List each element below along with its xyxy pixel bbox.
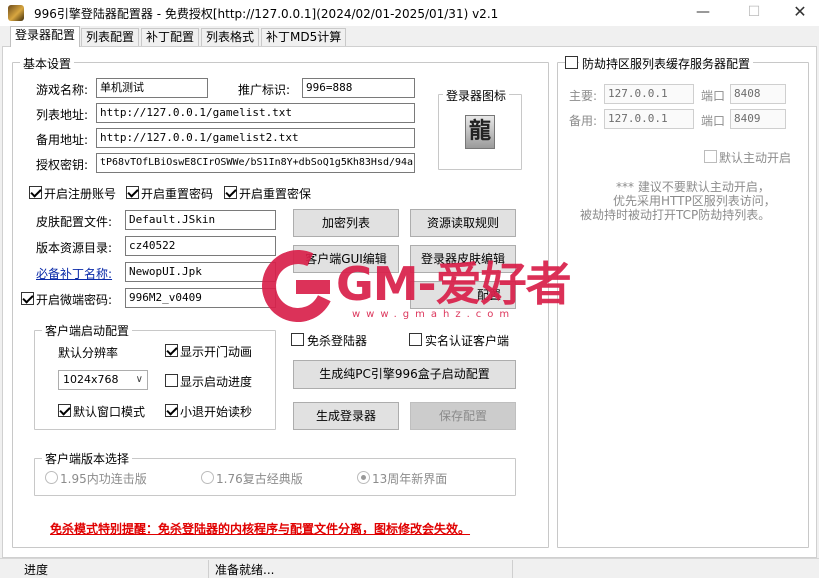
patch-name-input[interactable]: NewopUI.Jpk <box>125 262 276 282</box>
show-progress-checkbox[interactable] <box>165 374 178 387</box>
enable-register-checkbox[interactable] <box>29 186 42 199</box>
backup-port-label: 端口 <box>701 114 726 128</box>
launcher-icon-label: 登录器图标 <box>443 87 510 104</box>
resolution-select[interactable]: 1024x768 ∨ <box>58 370 148 390</box>
default-on-checkbox[interactable] <box>704 150 717 163</box>
version-label-13th: 13周年新界面 <box>372 472 448 486</box>
show-progress-label: 显示启动进度 <box>180 375 253 389</box>
tab-launcher-config[interactable]: 登录器配置 <box>10 26 81 47</box>
anti-hijack-checkbox[interactable] <box>565 56 578 69</box>
watermark-url: www.gmahz.com <box>352 309 516 320</box>
client-start-label: 客户端启动配置 <box>42 322 133 339</box>
show-door-anim-checkbox[interactable] <box>165 344 178 357</box>
micro-password-input[interactable]: 996M2_v0409 <box>125 288 276 308</box>
watermark-logo-bar <box>296 280 330 294</box>
backup-url-input[interactable]: http://127.0.0.1/gamelist2.txt <box>96 128 415 148</box>
promo-label: 推广标识: <box>238 83 291 97</box>
show-door-anim-label: 显示开门动画 <box>180 345 253 359</box>
basic-settings-label: 基本设置 <box>20 55 75 72</box>
backup-ip-input[interactable]: 127.0.0.1 <box>604 109 694 129</box>
primary-port-input[interactable]: 8408 <box>730 84 786 104</box>
realname-client-checkbox[interactable] <box>409 333 422 346</box>
backup-port-input[interactable]: 8409 <box>730 109 786 129</box>
backup-url-label: 备用地址: <box>36 133 89 147</box>
enable-micro-checkbox[interactable] <box>21 292 34 305</box>
launcher-icon-image[interactable]: 龍 <box>465 115 495 149</box>
primary-label: 主要: <box>569 89 598 103</box>
enable-register-label: 开启注册账号 <box>44 187 117 201</box>
minimize-icon[interactable]: — <box>680 0 726 26</box>
watermark-text: GM-爱好者 <box>336 257 572 311</box>
version-label-195: 1.95内功连击版 <box>60 472 147 486</box>
version-radio-176[interactable] <box>201 471 214 484</box>
auth-key-input[interactable]: tP68vTOfLBiOswE8CIrOSWWe/bS1In8Y+dbSoQ1g… <box>96 153 415 173</box>
status-message: 准备就绪... <box>215 563 275 577</box>
chevron-down-icon: ∨ <box>135 374 143 385</box>
tab-list-config[interactable]: 列表配置 <box>81 28 140 46</box>
tab-patch-config[interactable]: 补丁配置 <box>141 28 200 46</box>
no-kill-warning-text: 免杀模式特别提醒：免杀登陆器的内核程序与配置文件分离，图标修改会失效。 <box>50 522 471 536</box>
tab-list-format[interactable]: 列表格式 <box>201 28 260 46</box>
version-radio-195[interactable] <box>45 471 58 484</box>
save-config-button[interactable]: 保存配置 <box>410 402 516 430</box>
default-on-label: 默认主动开启 <box>719 151 792 165</box>
enable-micro-label: 开启微端密码: <box>36 293 113 307</box>
res-dir-input[interactable]: cz40522 <box>125 236 276 256</box>
version-select-label: 客户端版本选择 <box>42 450 133 467</box>
maximize-icon[interactable]: ☐ <box>731 0 777 26</box>
game-name-input[interactable]: 单机测试 <box>96 78 208 98</box>
primary-ip-input[interactable]: 127.0.0.1 <box>604 84 694 104</box>
status-divider-2 <box>512 560 513 578</box>
list-url-label: 列表地址: <box>36 108 89 122</box>
primary-port-label: 端口 <box>701 89 726 103</box>
default-window-label: 默认窗口模式 <box>73 405 146 419</box>
promo-input[interactable]: 996=888 <box>302 78 415 98</box>
tab-patch-md5[interactable]: 补丁MD5计算 <box>261 28 347 46</box>
list-url-input[interactable]: http://127.0.0.1/gamelist.txt <box>96 103 415 123</box>
enable-reset-pw-label: 开启重置密码 <box>141 187 214 201</box>
patch-name-link[interactable]: 必备补丁名称: <box>36 265 112 282</box>
enable-reset-protect-label: 开启重置密保 <box>239 187 312 201</box>
default-window-checkbox[interactable] <box>58 404 71 417</box>
encrypt-list-button[interactable]: 加密列表 <box>293 209 399 237</box>
anti-hijack-group <box>557 62 809 548</box>
version-radio-13th[interactable] <box>357 471 370 484</box>
status-divider <box>208 560 209 578</box>
enable-reset-protect-checkbox[interactable] <box>224 186 237 199</box>
status-bar <box>0 558 819 578</box>
quit-countdown-label: 小退开始读秒 <box>180 405 253 419</box>
app-icon <box>8 5 24 21</box>
resolution-value: 1024x768 <box>63 373 119 386</box>
note-line-3: 被劫持时被动打开TCP防劫持列表。 <box>580 208 771 222</box>
backup-label: 备用: <box>569 114 598 128</box>
res-dir-label: 版本资源目录: <box>36 241 113 255</box>
skin-config-input[interactable]: Default.JSkin <box>125 210 276 230</box>
status-progress-label: 进度 <box>24 563 49 577</box>
realname-client-label: 实名认证客户端 <box>425 334 510 348</box>
anti-hijack-label: 防劫持区服列表缓存服务器配置 <box>579 55 754 72</box>
close-icon[interactable]: ✕ <box>777 0 819 26</box>
gen-box-config-button[interactable]: 生成纯PC引擎996盒子启动配置 <box>293 360 516 389</box>
resolution-label: 默认分辨率 <box>58 346 119 360</box>
enable-reset-pw-checkbox[interactable] <box>126 186 139 199</box>
auth-key-label: 授权密钥: <box>36 158 89 172</box>
no-kill-launcher-checkbox[interactable] <box>291 333 304 346</box>
version-label-176: 1.76复古经典版 <box>216 472 303 486</box>
gen-launcher-button[interactable]: 生成登录器 <box>293 402 399 430</box>
no-kill-launcher-label: 免杀登陆器 <box>307 334 368 348</box>
resource-rule-button[interactable]: 资源读取规则 <box>410 209 516 237</box>
game-name-label: 游戏名称: <box>36 83 89 97</box>
quit-countdown-checkbox[interactable] <box>165 404 178 417</box>
skin-config-label: 皮肤配置文件: <box>36 215 113 229</box>
window-title: 996引擎登陆器配置器 - 免费授权[http://127.0.0.1](202… <box>34 7 499 21</box>
